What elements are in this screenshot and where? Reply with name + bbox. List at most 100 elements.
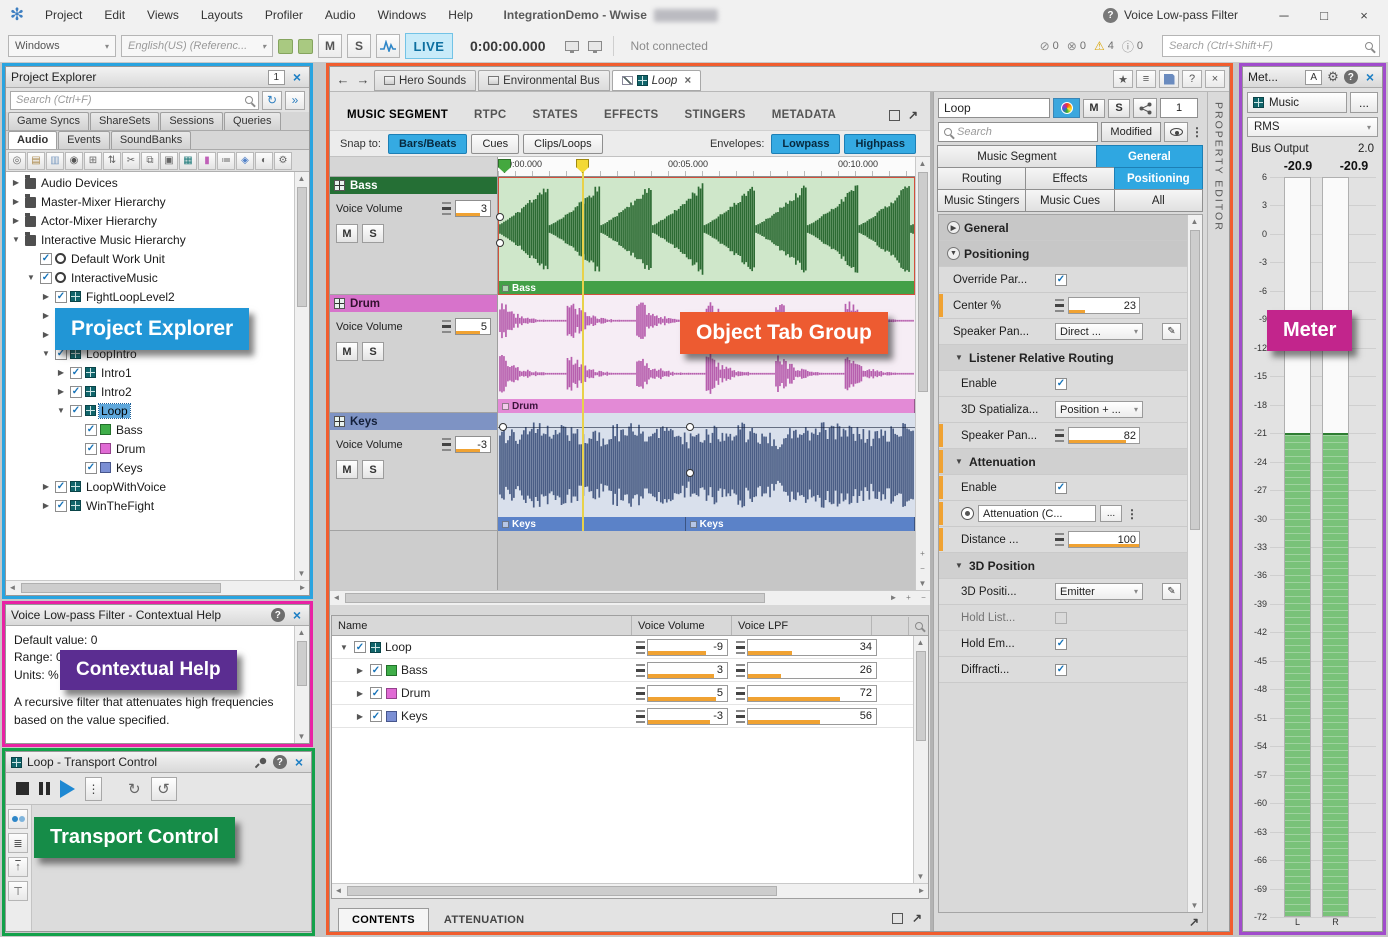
pin-icon[interactable] xyxy=(255,756,268,769)
solo-button[interactable]: S xyxy=(362,460,384,479)
mute-button[interactable]: M xyxy=(1083,99,1105,118)
envelope-highpass[interactable]: Highpass xyxy=(844,134,916,154)
tree-item-fightlooplevel2[interactable]: ▶✓FightLoopLevel2 xyxy=(6,287,294,306)
voice-lpf-slider[interactable]: 26 xyxy=(747,662,877,679)
tree-item-interactive-music-hierarchy[interactable]: ▼Interactive Music Hierarchy xyxy=(6,230,294,249)
expander-icon[interactable]: ▶ xyxy=(55,387,67,396)
resource-button[interactable]: Attenuation (C... xyxy=(978,505,1096,522)
table-row-bass[interactable]: ▶✓Bass326 xyxy=(332,659,913,682)
property-tab-music-stingers[interactable]: Music Stingers xyxy=(937,189,1026,212)
menu-audio[interactable]: Audio xyxy=(314,0,367,30)
property-vertical-scrollbar[interactable]: ▲ ▼ xyxy=(1187,215,1202,912)
include-checkbox[interactable]: ✓ xyxy=(55,291,67,303)
section-chevron-icon[interactable]: ▶ xyxy=(947,221,960,234)
track-header-drum[interactable]: DrumVoice Volume5MS xyxy=(330,295,497,413)
save-icon[interactable] xyxy=(1159,70,1179,88)
track-horizontal-scrollbar[interactable]: ◄ ► + − xyxy=(330,590,930,605)
voice-volume-value[interactable]: -3 xyxy=(455,436,491,453)
tree-item-keys[interactable]: ✓Keys xyxy=(6,458,294,477)
expander-icon[interactable]: ▶ xyxy=(354,666,366,675)
state-icon[interactable]: ◐ xyxy=(255,152,273,170)
tree-vertical-scrollbar[interactable]: ▲ ▼ xyxy=(294,172,309,580)
view-tab-music-segment[interactable]: MUSIC SEGMENT xyxy=(334,109,461,121)
edit-pencil-icon[interactable]: ✎ xyxy=(1162,323,1181,340)
table-row-loop[interactable]: ▼✓Loop-934 xyxy=(332,636,913,659)
clip-keys[interactable]: Keys xyxy=(686,517,915,531)
property-tab-positioning[interactable]: Positioning xyxy=(1114,167,1203,190)
tree-item-drum[interactable]: ✓Drum xyxy=(6,439,294,458)
show-filter-icon[interactable]: ◎ xyxy=(8,152,26,170)
menu-help[interactable]: Help xyxy=(437,0,484,30)
expander-icon[interactable]: ▼ xyxy=(55,406,67,415)
expander-icon[interactable]: ▶ xyxy=(40,501,52,510)
play-button[interactable] xyxy=(60,780,75,798)
tree-item-intro1[interactable]: ▶✓Intro1 xyxy=(6,363,294,382)
include-checkbox[interactable]: ✓ xyxy=(40,272,52,284)
tree-item-fightlooplevel3[interactable]: ▶✓FightLoopLevel3 xyxy=(6,306,294,325)
tree-item-actor-mixer-hierarchy[interactable]: ▶Actor-Mixer Hierarchy xyxy=(6,211,294,230)
pause-button[interactable] xyxy=(39,782,50,795)
solo-button[interactable]: S xyxy=(347,34,371,58)
tree-item-loopwithvoice[interactable]: ▶✓LoopWithVoice xyxy=(6,477,294,496)
property-row-positioning[interactable]: ▼Positioning xyxy=(939,241,1187,267)
mute-button[interactable]: M xyxy=(336,342,358,361)
property-tab-effects[interactable]: Effects xyxy=(1025,167,1114,190)
physical-folder-icon[interactable]: ▤ xyxy=(27,152,45,170)
envelope-point[interactable] xyxy=(496,213,504,221)
track-lane-bass[interactable]: Bass xyxy=(498,177,915,295)
expander-icon[interactable]: ▶ xyxy=(354,689,366,698)
automation-button[interactable]: A xyxy=(1305,70,1322,85)
transport-menu-button[interactable]: ⋮ xyxy=(85,777,102,801)
mute-button[interactable]: M xyxy=(336,224,358,243)
include-checkbox[interactable]: ✓ xyxy=(70,386,82,398)
snap-clips-loops[interactable]: Clips/Loops xyxy=(523,134,602,154)
object-name-field[interactable]: Loop xyxy=(938,98,1050,118)
property-row-hold-em-[interactable]: Hold Em...✓ xyxy=(939,631,1187,657)
stop-button[interactable] xyxy=(16,782,29,795)
tree-horizontal-scrollbar[interactable]: ◄ ► xyxy=(6,580,309,595)
maximize-button[interactable]: □ xyxy=(1304,2,1344,28)
envelope-point[interactable] xyxy=(499,423,507,431)
maximize-view-icon[interactable] xyxy=(889,110,900,121)
include-checkbox[interactable]: ✓ xyxy=(370,687,382,699)
envelope-point[interactable] xyxy=(496,239,504,247)
table-row-keys[interactable]: ▶✓Keys-356 xyxy=(332,705,913,728)
clip-drum[interactable]: Drum xyxy=(498,399,915,413)
include-checkbox[interactable]: ✓ xyxy=(70,405,82,417)
snap-bars-beats[interactable]: Bars/Beats xyxy=(388,134,467,154)
view-tab-rtpc[interactable]: RTPC xyxy=(461,109,520,121)
property-checkbox[interactable]: ✓ xyxy=(1055,664,1067,676)
cut-icon[interactable]: ✂ xyxy=(122,152,140,170)
menu-project[interactable]: Project xyxy=(34,0,93,30)
copy-icon[interactable]: ⧉ xyxy=(141,152,159,170)
close-icon[interactable]: × xyxy=(290,607,304,623)
meter-source-button[interactable]: Music xyxy=(1247,92,1347,113)
instance-count[interactable]: 1 xyxy=(1160,98,1198,118)
meter-more-button[interactable]: ... xyxy=(1350,92,1378,113)
include-checkbox[interactable]: ✓ xyxy=(55,329,67,341)
expander-icon[interactable]: ▶ xyxy=(10,178,22,187)
menu-windows[interactable]: Windows xyxy=(367,0,438,30)
include-checkbox[interactable]: ✓ xyxy=(55,348,67,360)
clip-bass[interactable]: Bass xyxy=(498,281,915,295)
help-icon[interactable]: ? xyxy=(273,755,287,769)
property-checkbox[interactable]: ✓ xyxy=(1055,638,1067,650)
property-checkbox[interactable]: ✓ xyxy=(1055,482,1067,494)
snap-cues[interactable]: Cues xyxy=(471,134,519,154)
expander-icon[interactable]: ▶ xyxy=(55,368,67,377)
sort-icon[interactable]: ⇅ xyxy=(103,152,121,170)
view-tab-metadata[interactable]: METADATA xyxy=(759,109,849,121)
work-unit-icon[interactable]: ◉ xyxy=(65,152,83,170)
property-row-general[interactable]: ▶General xyxy=(939,215,1187,241)
popout-icon[interactable]: ↗ xyxy=(912,911,922,925)
solo-button[interactable]: S xyxy=(1108,99,1130,118)
tab-queries[interactable]: Queries xyxy=(224,112,281,130)
include-checkbox[interactable]: ✓ xyxy=(370,710,382,722)
property-row-center-[interactable]: Center %23 xyxy=(939,293,1187,319)
track-header-bass[interactable]: BassVoice Volume3MS xyxy=(330,177,497,295)
expander-icon[interactable]: ▼ xyxy=(40,349,52,358)
tree-item-default-work-unit[interactable]: ✓Default Work Unit xyxy=(6,249,294,268)
tree-item-master-mixer-hierarchy[interactable]: ▶Master-Mixer Hierarchy xyxy=(6,192,294,211)
warnings-counter[interactable]: ⚠4 xyxy=(1094,38,1114,55)
live-button[interactable]: LIVE xyxy=(405,33,453,59)
